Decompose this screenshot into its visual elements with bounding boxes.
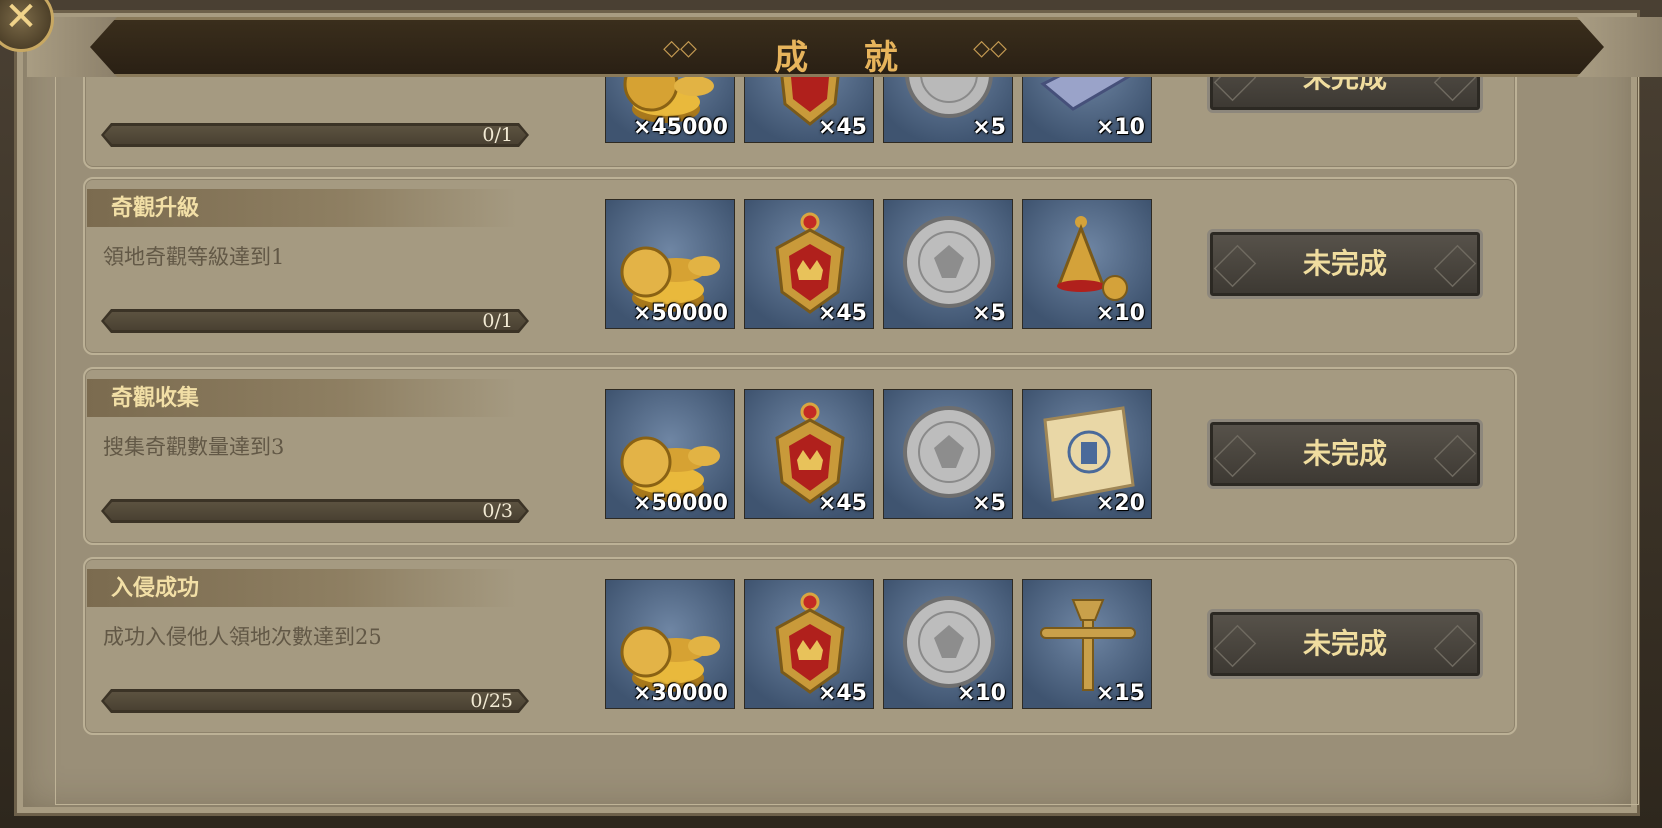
reward-qty: ×45 (817, 301, 867, 326)
reward-item[interactable]: ×10 (883, 579, 1013, 709)
achievement-title: 奇觀升級 (87, 189, 517, 227)
reward-item[interactable]: ×20 (1022, 389, 1152, 519)
progress-text: 0/1 (482, 124, 513, 146)
achievement-title: 入侵成功 (87, 569, 517, 607)
reward-qty: ×30000 (633, 681, 728, 706)
achievements-panel: ◇◇ 成 就 ◇◇ 0/1 ×45000 ×45 ×5 ×10 未完成 奇觀升級… (14, 10, 1640, 816)
reward-qty: ×15 (1095, 681, 1145, 706)
reward-qty: ×5 (972, 115, 1006, 140)
reward-item[interactable]: ×45000 (605, 77, 735, 143)
reward-item[interactable]: ×10 (1022, 199, 1152, 329)
reward-qty: ×45000 (633, 115, 728, 140)
reward-qty: ×10 (1095, 301, 1145, 326)
status-button[interactable]: 未完成 (1207, 609, 1483, 679)
achievement-row: 0/1 ×45000 ×45 ×5 ×10 未完成 (83, 77, 1517, 169)
achievement-description: 領地奇觀等級達到1 (103, 245, 285, 269)
reward-qty: ×10 (956, 681, 1006, 706)
reward-item[interactable]: ×50000 (605, 199, 735, 329)
progress-bar: 0/3 (101, 499, 529, 523)
title-bar: ◇◇ 成 就 ◇◇ (67, 17, 1627, 78)
status-button[interactable]: 未完成 (1207, 229, 1483, 299)
progress-text: 0/3 (482, 500, 513, 522)
reward-qty: ×10 (1095, 115, 1145, 140)
reward-qty: ×5 (972, 301, 1006, 326)
progress-bar: 0/1 (101, 309, 529, 333)
progress-text: 0/25 (470, 690, 513, 712)
reward-qty: ×45 (817, 115, 867, 140)
progress-bar: 0/1 (101, 123, 529, 147)
ornament-icon: ◇◇ (973, 36, 1007, 61)
reward-item[interactable]: ×50000 (605, 389, 735, 519)
reward-item[interactable]: ×45 (744, 199, 874, 329)
reward-item[interactable]: ×10 (1022, 77, 1152, 143)
reward-item[interactable]: ×45 (744, 389, 874, 519)
reward-qty: ×45 (817, 681, 867, 706)
achievement-list[interactable]: 0/1 ×45000 ×45 ×5 ×10 未完成 奇觀升級 領地奇觀等級達到1… (83, 77, 1517, 777)
reward-item[interactable]: ×5 (883, 199, 1013, 329)
reward-qty: ×5 (972, 491, 1006, 516)
achievement-description: 搜集奇觀數量達到3 (103, 435, 285, 459)
achievement-description: 成功入侵他人領地次數達到25 (103, 625, 382, 649)
reward-item[interactable]: ×5 (883, 389, 1013, 519)
reward-item[interactable]: ×45 (744, 77, 874, 143)
reward-item[interactable]: ×45 (744, 579, 874, 709)
achievement-title: 奇觀收集 (87, 379, 517, 417)
reward-item[interactable]: ×5 (883, 77, 1013, 143)
close-x-icon: ✕ (4, 0, 38, 40)
reward-qty: ×50000 (633, 301, 728, 326)
page-title: 成 就 (774, 38, 920, 78)
reward-item[interactable]: ×30000 (605, 579, 735, 709)
reward-qty: ×45 (817, 491, 867, 516)
status-button[interactable]: 未完成 (1207, 77, 1483, 113)
achievement-row: 奇觀升級 領地奇觀等級達到1 0/1 ×50000 ×45 ×5 ×10 未完成 (83, 177, 1517, 355)
reward-qty: ×20 (1095, 491, 1145, 516)
progress-text: 0/1 (482, 310, 513, 332)
reward-qty: ×50000 (633, 491, 728, 516)
status-button[interactable]: 未完成 (1207, 419, 1483, 489)
reward-item[interactable]: ×15 (1022, 579, 1152, 709)
progress-bar: 0/25 (101, 689, 529, 713)
achievement-row: 入侵成功 成功入侵他人領地次數達到25 0/25 ×30000 ×45 ×10 … (83, 557, 1517, 735)
achievement-row: 奇觀收集 搜集奇觀數量達到3 0/3 ×50000 ×45 ×5 ×20 未完成 (83, 367, 1517, 545)
